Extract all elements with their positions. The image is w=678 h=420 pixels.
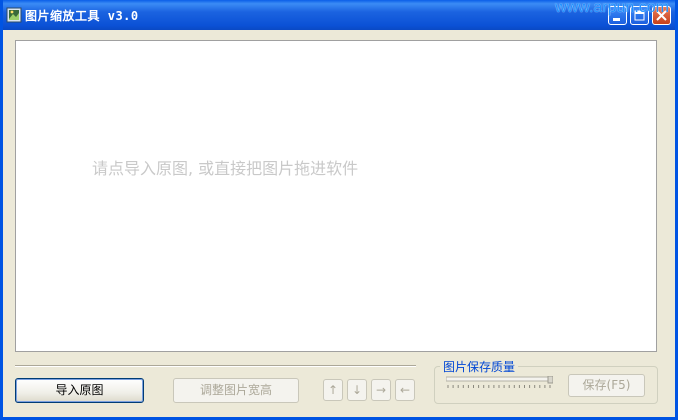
arrow-up-button[interactable]: ↑ <box>323 379 343 401</box>
separator <box>15 365 416 367</box>
import-image-button[interactable]: 导入原图 <box>15 378 144 403</box>
app-icon <box>6 7 22 23</box>
arrow-down-button[interactable]: ↓ <box>347 379 367 401</box>
quality-slider[interactable] <box>446 376 553 390</box>
arrow-left-button[interactable]: ← <box>395 379 415 401</box>
quality-group-label: 图片保存质量 <box>440 358 519 375</box>
resize-image-button[interactable]: 调整图片宽高 <box>173 378 299 403</box>
arrow-right-button[interactable]: → <box>371 379 391 401</box>
image-drop-area[interactable]: 请点导入原图, 或直接把图片拖进软件 <box>15 40 657 352</box>
window-title: 图片缩放工具 v3.0 <box>25 9 139 23</box>
slider-ticks <box>447 385 551 388</box>
watermark-text: www.arpun.com <box>555 0 669 16</box>
drop-hint-text: 请点导入原图, 或直接把图片拖进软件 <box>92 159 359 178</box>
slider-thumb[interactable] <box>547 376 553 384</box>
save-button[interactable]: 保存(F5) <box>568 374 645 397</box>
app-window: 图片缩放工具 v3.0 www.arpun.com 请点导入原图, 或直接把图片… <box>0 0 678 420</box>
